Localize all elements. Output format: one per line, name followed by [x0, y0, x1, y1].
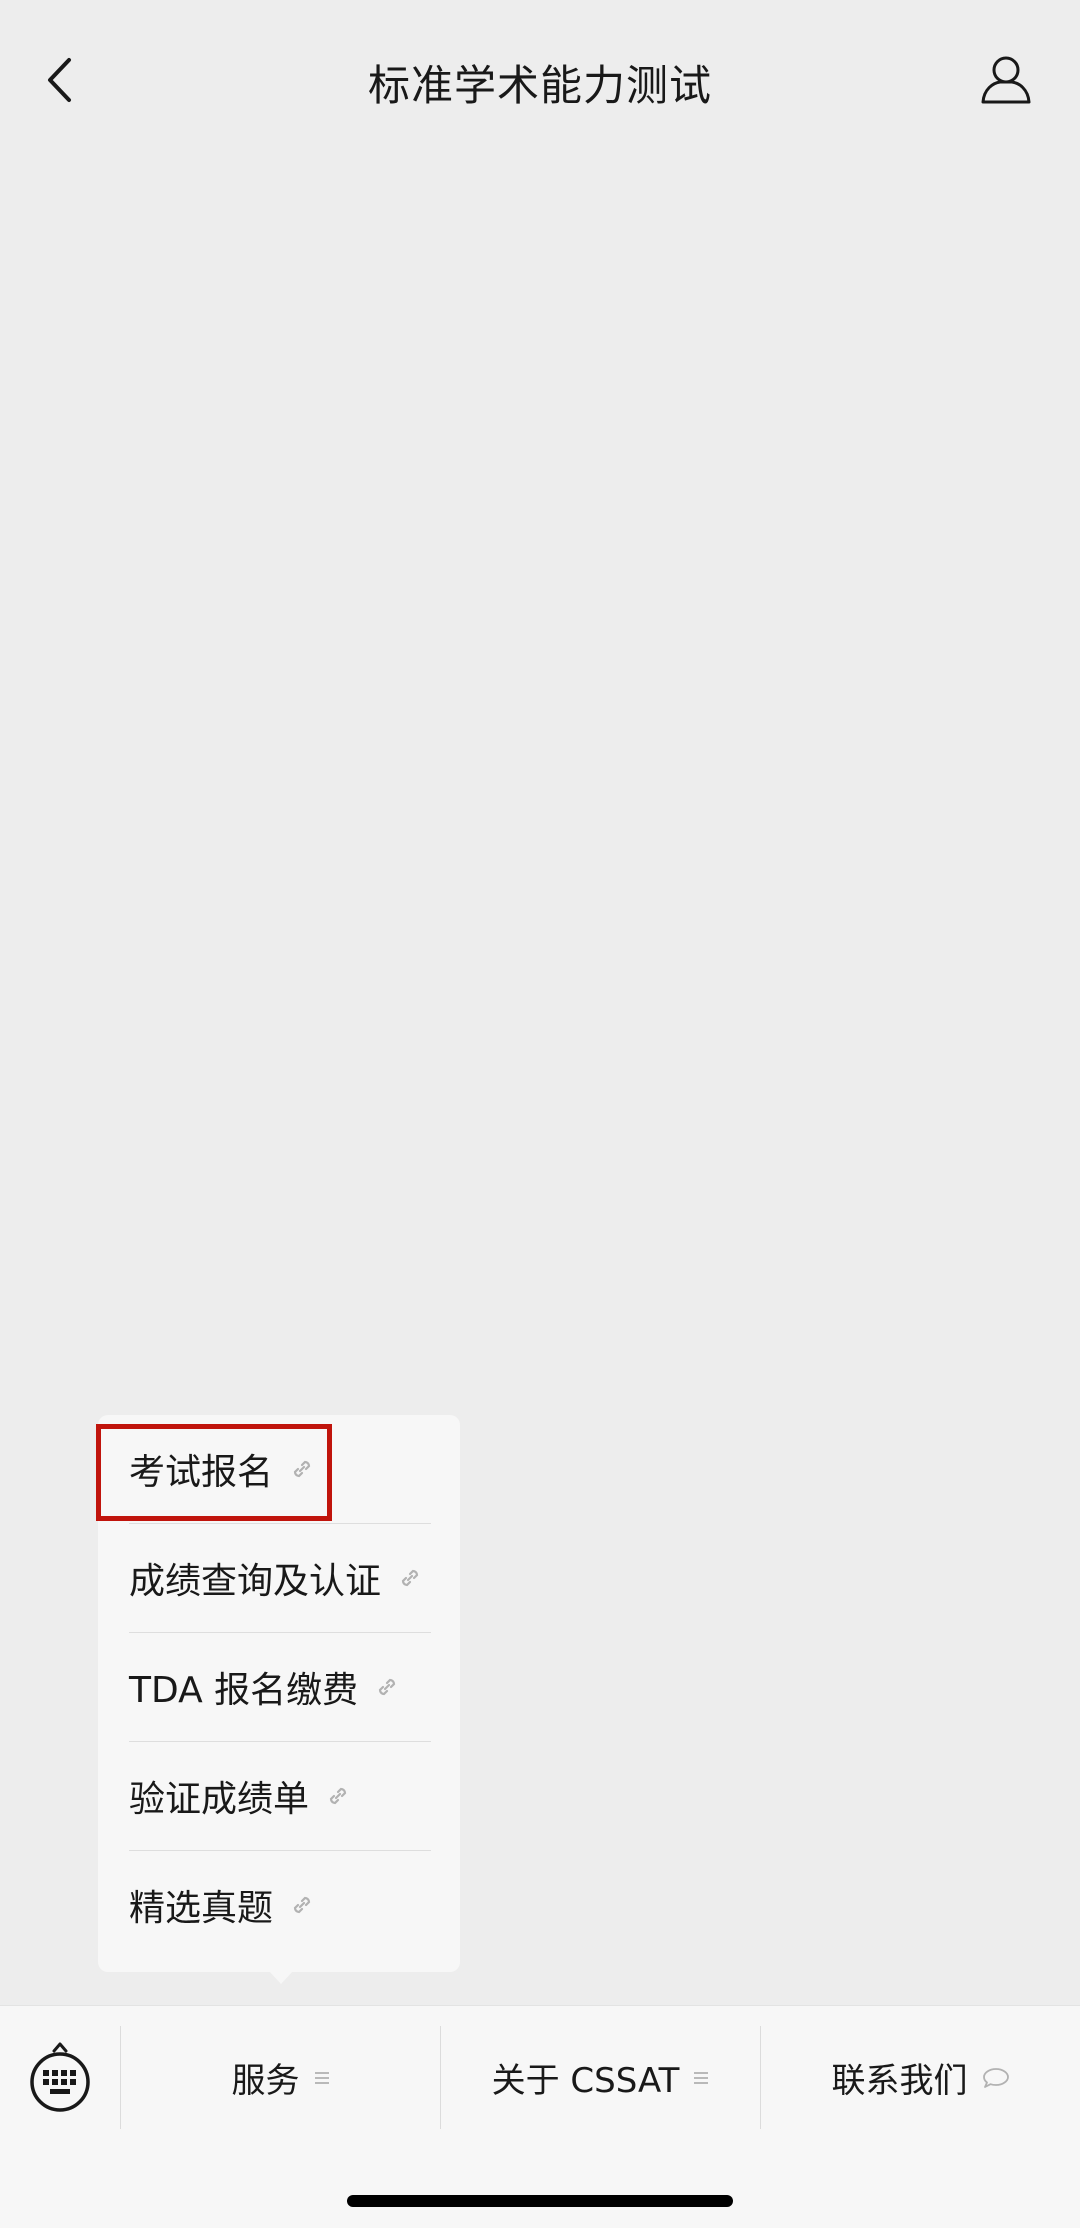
speech-bubble-icon	[982, 2066, 1010, 2090]
tab-label: 联系我们	[831, 2061, 968, 2101]
keyboard-toggle-button[interactable]	[22, 2037, 98, 2117]
menu-item-selected-questions[interactable]: 精选真题	[98, 1851, 460, 1959]
tab-about-cssat[interactable]: 关于 CSSAT	[441, 2026, 760, 2129]
tab-services[interactable]: 服务	[121, 2026, 440, 2129]
submenu-pointer	[268, 1970, 294, 1984]
person-icon	[981, 56, 1031, 104]
keyboard-icon	[30, 2042, 90, 2112]
menu-item-tda-payment[interactable]: TDA 报名缴费	[98, 1633, 460, 1741]
link-icon	[374, 1674, 400, 1700]
tab-contact-us[interactable]: 联系我们	[761, 2026, 1080, 2129]
menu-item-score-query[interactable]: 成绩查询及认证	[98, 1524, 460, 1632]
link-icon	[289, 1892, 315, 1918]
profile-button[interactable]	[974, 48, 1038, 112]
home-indicator[interactable]	[347, 2195, 733, 2207]
menu-item-label: 成绩查询及认证	[129, 1561, 382, 1602]
menu-lines-icon	[314, 2070, 330, 2086]
tab-label: 服务	[231, 2061, 300, 2101]
nav-bar: 标准学术能力测试	[0, 0, 1080, 160]
menu-item-label: 验证成绩单	[129, 1779, 310, 1820]
link-icon	[397, 1565, 423, 1591]
page-title: 标准学术能力测试	[367, 61, 712, 110]
menu-item-label: 精选真题	[129, 1888, 274, 1929]
tab-label: 关于 CSSAT	[491, 2061, 680, 2101]
menu-item-verify-transcript[interactable]: 验证成绩单	[98, 1742, 460, 1850]
menu-lines-icon	[693, 2070, 709, 2086]
link-icon	[325, 1783, 351, 1809]
menu-item-label: TDA 报名缴费	[129, 1670, 359, 1711]
highlight-box	[96, 1424, 332, 1521]
